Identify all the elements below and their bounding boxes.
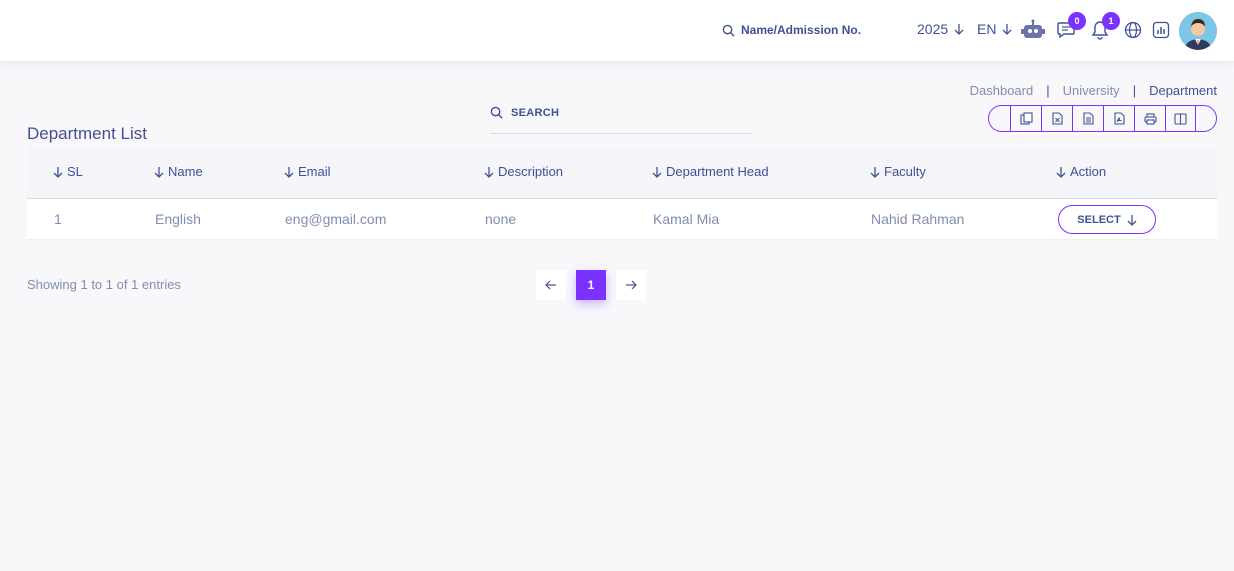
excel-button[interactable] bbox=[1041, 106, 1072, 131]
column-header-faculty[interactable]: Faculty bbox=[870, 164, 926, 179]
columns-icon bbox=[1174, 112, 1187, 125]
table-header: SL Name Email Description Department Hea… bbox=[27, 147, 1217, 199]
print-button[interactable] bbox=[1134, 106, 1165, 131]
search-icon bbox=[722, 24, 735, 37]
table-search-input[interactable]: SEARCH bbox=[490, 102, 753, 134]
sort-arrow-icon bbox=[1056, 166, 1066, 178]
column-header-email[interactable]: Email bbox=[284, 164, 331, 179]
export-button-group bbox=[988, 105, 1217, 132]
action-select-button[interactable]: SELECT bbox=[1058, 205, 1156, 234]
printer-icon bbox=[1143, 112, 1157, 125]
user-avatar[interactable] bbox=[1179, 12, 1217, 50]
sort-arrow-icon bbox=[870, 166, 880, 178]
arrow-right-icon bbox=[626, 280, 637, 290]
entries-info: Showing 1 to 1 of 1 entries bbox=[27, 277, 181, 292]
student-search-placeholder: Name/Admission No. bbox=[741, 23, 862, 37]
column-header-label: SL bbox=[67, 164, 83, 179]
column-header-label: Department Head bbox=[666, 164, 769, 179]
excel-file-icon bbox=[1051, 112, 1063, 125]
action-select-label: SELECT bbox=[1077, 213, 1121, 226]
cell-email: eng@gmail.com bbox=[285, 211, 387, 227]
messages-count-badge: 0 bbox=[1068, 12, 1086, 30]
reports-button[interactable] bbox=[1149, 18, 1173, 42]
sort-arrow-icon bbox=[652, 166, 662, 178]
language-value: EN bbox=[977, 21, 997, 37]
page-button-current[interactable]: 1 bbox=[576, 270, 606, 300]
year-selector[interactable]: 2025 bbox=[917, 21, 964, 37]
column-header-label: Action bbox=[1070, 164, 1107, 179]
table-search-placeholder: SEARCH bbox=[511, 106, 560, 119]
cell-description: none bbox=[485, 211, 517, 227]
pdf-button[interactable] bbox=[1103, 106, 1134, 131]
column-header-label: Email bbox=[298, 164, 331, 179]
breadcrumb-university[interactable]: University bbox=[1063, 83, 1120, 98]
csv-button[interactable] bbox=[1072, 106, 1103, 131]
arrow-down-icon bbox=[1127, 214, 1137, 226]
cell-department-head: Kamal Mia bbox=[653, 211, 720, 227]
top-bar: Name/Admission No. 2025 EN 0 1 bbox=[0, 0, 1234, 61]
messages-button[interactable]: 0 bbox=[1054, 12, 1086, 42]
next-page-button[interactable] bbox=[616, 270, 646, 300]
column-header-description[interactable]: Description bbox=[484, 164, 563, 179]
arrow-left-icon bbox=[545, 280, 556, 290]
column-header-label: Description bbox=[498, 164, 564, 179]
sort-arrow-icon bbox=[284, 166, 294, 178]
department-table: SL Name Email Description Department Hea… bbox=[27, 147, 1217, 240]
sort-arrow-icon bbox=[154, 166, 164, 178]
breadcrumb-separator: | bbox=[1132, 83, 1137, 98]
search-icon bbox=[490, 106, 503, 119]
sort-arrow-icon bbox=[484, 166, 494, 178]
breadcrumb-separator: | bbox=[1046, 83, 1050, 98]
column-visibility-button[interactable] bbox=[1165, 106, 1196, 131]
pagination: 1 bbox=[536, 270, 646, 300]
student-search[interactable]: Name/Admission No. bbox=[722, 21, 861, 39]
pdf-file-icon bbox=[1113, 112, 1125, 125]
cell-sl: 1 bbox=[54, 211, 62, 227]
column-header-name[interactable]: Name bbox=[154, 164, 203, 179]
globe-icon bbox=[1124, 21, 1142, 39]
notifications-button[interactable]: 1 bbox=[1088, 12, 1120, 42]
year-value: 2025 bbox=[917, 21, 949, 37]
language-selector[interactable]: EN bbox=[977, 21, 1012, 37]
arrow-down-icon bbox=[954, 24, 964, 35]
notifications-count-badge: 1 bbox=[1102, 12, 1120, 30]
page-title: Department List bbox=[27, 124, 147, 143]
chatbot-button[interactable] bbox=[1021, 18, 1045, 42]
user-avatar-image bbox=[1179, 12, 1217, 50]
column-header-department-head[interactable]: Department Head bbox=[652, 164, 769, 179]
previous-page-button[interactable] bbox=[536, 270, 566, 300]
breadcrumb: Dashboard | University | Department bbox=[970, 83, 1217, 98]
cell-name: English bbox=[155, 211, 201, 227]
csv-file-icon bbox=[1082, 112, 1094, 125]
column-header-label: Faculty bbox=[884, 164, 926, 179]
sort-arrow-icon bbox=[53, 166, 63, 178]
breadcrumb-department: Department bbox=[1149, 83, 1217, 98]
copy-button[interactable] bbox=[1010, 106, 1041, 131]
column-header-action[interactable]: Action bbox=[1056, 164, 1106, 179]
column-header-sl[interactable]: SL bbox=[53, 164, 83, 179]
cell-faculty: Nahid Rahman bbox=[871, 211, 965, 227]
robot-icon bbox=[1021, 19, 1045, 38]
chart-icon bbox=[1152, 21, 1170, 39]
table-row: 1 English eng@gmail.com none Kamal Mia N… bbox=[27, 199, 1217, 240]
breadcrumb-dashboard[interactable]: Dashboard bbox=[970, 83, 1034, 98]
website-button[interactable] bbox=[1121, 18, 1145, 42]
copy-icon bbox=[1019, 112, 1033, 125]
column-header-label: Name bbox=[168, 164, 203, 179]
arrow-down-icon bbox=[1002, 24, 1012, 35]
